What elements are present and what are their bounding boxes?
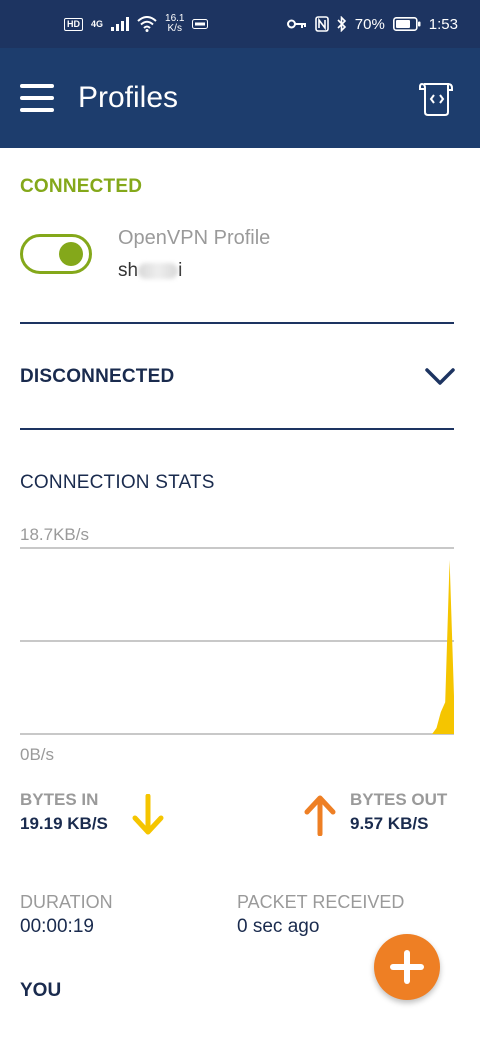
vpn-badge-icon bbox=[192, 19, 209, 29]
profile-name-end: i bbox=[178, 260, 183, 281]
system-status-bar: HD 4G 16.1 K/s 70% 1:53 bbox=[0, 0, 480, 48]
network-type: 4G bbox=[91, 19, 104, 29]
page-title: Profiles bbox=[78, 81, 179, 114]
traffic-chart-svg: 18.7KB/s 0B/s bbox=[20, 525, 454, 764]
network-speed: 16.1 K/s bbox=[165, 14, 184, 34]
disconnected-section-toggle[interactable]: DISCONNECTED bbox=[20, 366, 174, 388]
y-axis-max-label: 18.7KB/s bbox=[20, 525, 89, 544]
nfc-icon bbox=[314, 16, 329, 32]
wifi-icon bbox=[137, 16, 157, 32]
network-speed-unit: K/s bbox=[167, 23, 182, 34]
import-profile-icon[interactable] bbox=[418, 80, 456, 118]
packet-received-label: PACKET RECEIVED bbox=[237, 892, 405, 912]
plus-icon-stroke bbox=[404, 950, 410, 984]
arrow-up-icon bbox=[304, 795, 336, 836]
duration-value: 00:00:19 bbox=[20, 916, 94, 937]
bluetooth-icon bbox=[337, 16, 346, 32]
bytes-in-value: 19.19 KB/S bbox=[20, 814, 108, 833]
packet-received-value: 0 sec ago bbox=[237, 916, 320, 937]
profile-type: OpenVPN Profile bbox=[118, 227, 271, 249]
clock: 1:53 bbox=[428, 15, 458, 33]
section-divider bbox=[20, 322, 454, 324]
bytes-in-label: BYTES IN bbox=[20, 790, 99, 809]
redacted-text bbox=[138, 262, 179, 279]
key-icon bbox=[286, 19, 306, 29]
bytes-out-value: 9.57 KB/S bbox=[350, 814, 429, 833]
profile-name-start: sh bbox=[118, 260, 139, 281]
hd-indicator: HD bbox=[64, 17, 83, 31]
chevron-down-icon[interactable] bbox=[424, 366, 456, 388]
bytes-out-label: BYTES OUT bbox=[350, 790, 448, 809]
you-section-label: YOU bbox=[20, 980, 62, 1001]
traffic-chart: 18.7KB/s 0B/s bbox=[20, 520, 454, 770]
chart-series-area bbox=[20, 559, 454, 734]
battery-icon bbox=[392, 17, 421, 31]
signal-icon bbox=[111, 17, 130, 31]
toggle-knob bbox=[59, 242, 83, 266]
battery-percent: 70% bbox=[354, 15, 385, 33]
y-axis-min-label: 0B/s bbox=[20, 745, 54, 764]
connected-section-label: CONNECTED bbox=[20, 176, 143, 197]
app-bar: Profiles bbox=[0, 48, 480, 148]
profile-connection-toggle[interactable] bbox=[20, 234, 92, 274]
hamburger-menu-icon[interactable] bbox=[20, 84, 54, 112]
duration-label: DURATION bbox=[20, 892, 113, 912]
add-profile-button[interactable] bbox=[374, 934, 440, 1000]
connection-stats-label: CONNECTION STATS bbox=[20, 472, 215, 493]
status-left-group: HD 4G 16.1 K/s bbox=[64, 14, 209, 34]
profile-name: sh i bbox=[118, 260, 182, 282]
status-right-group: 70% 1:53 bbox=[286, 15, 458, 33]
arrow-down-icon bbox=[132, 794, 164, 835]
section-divider bbox=[20, 428, 454, 430]
